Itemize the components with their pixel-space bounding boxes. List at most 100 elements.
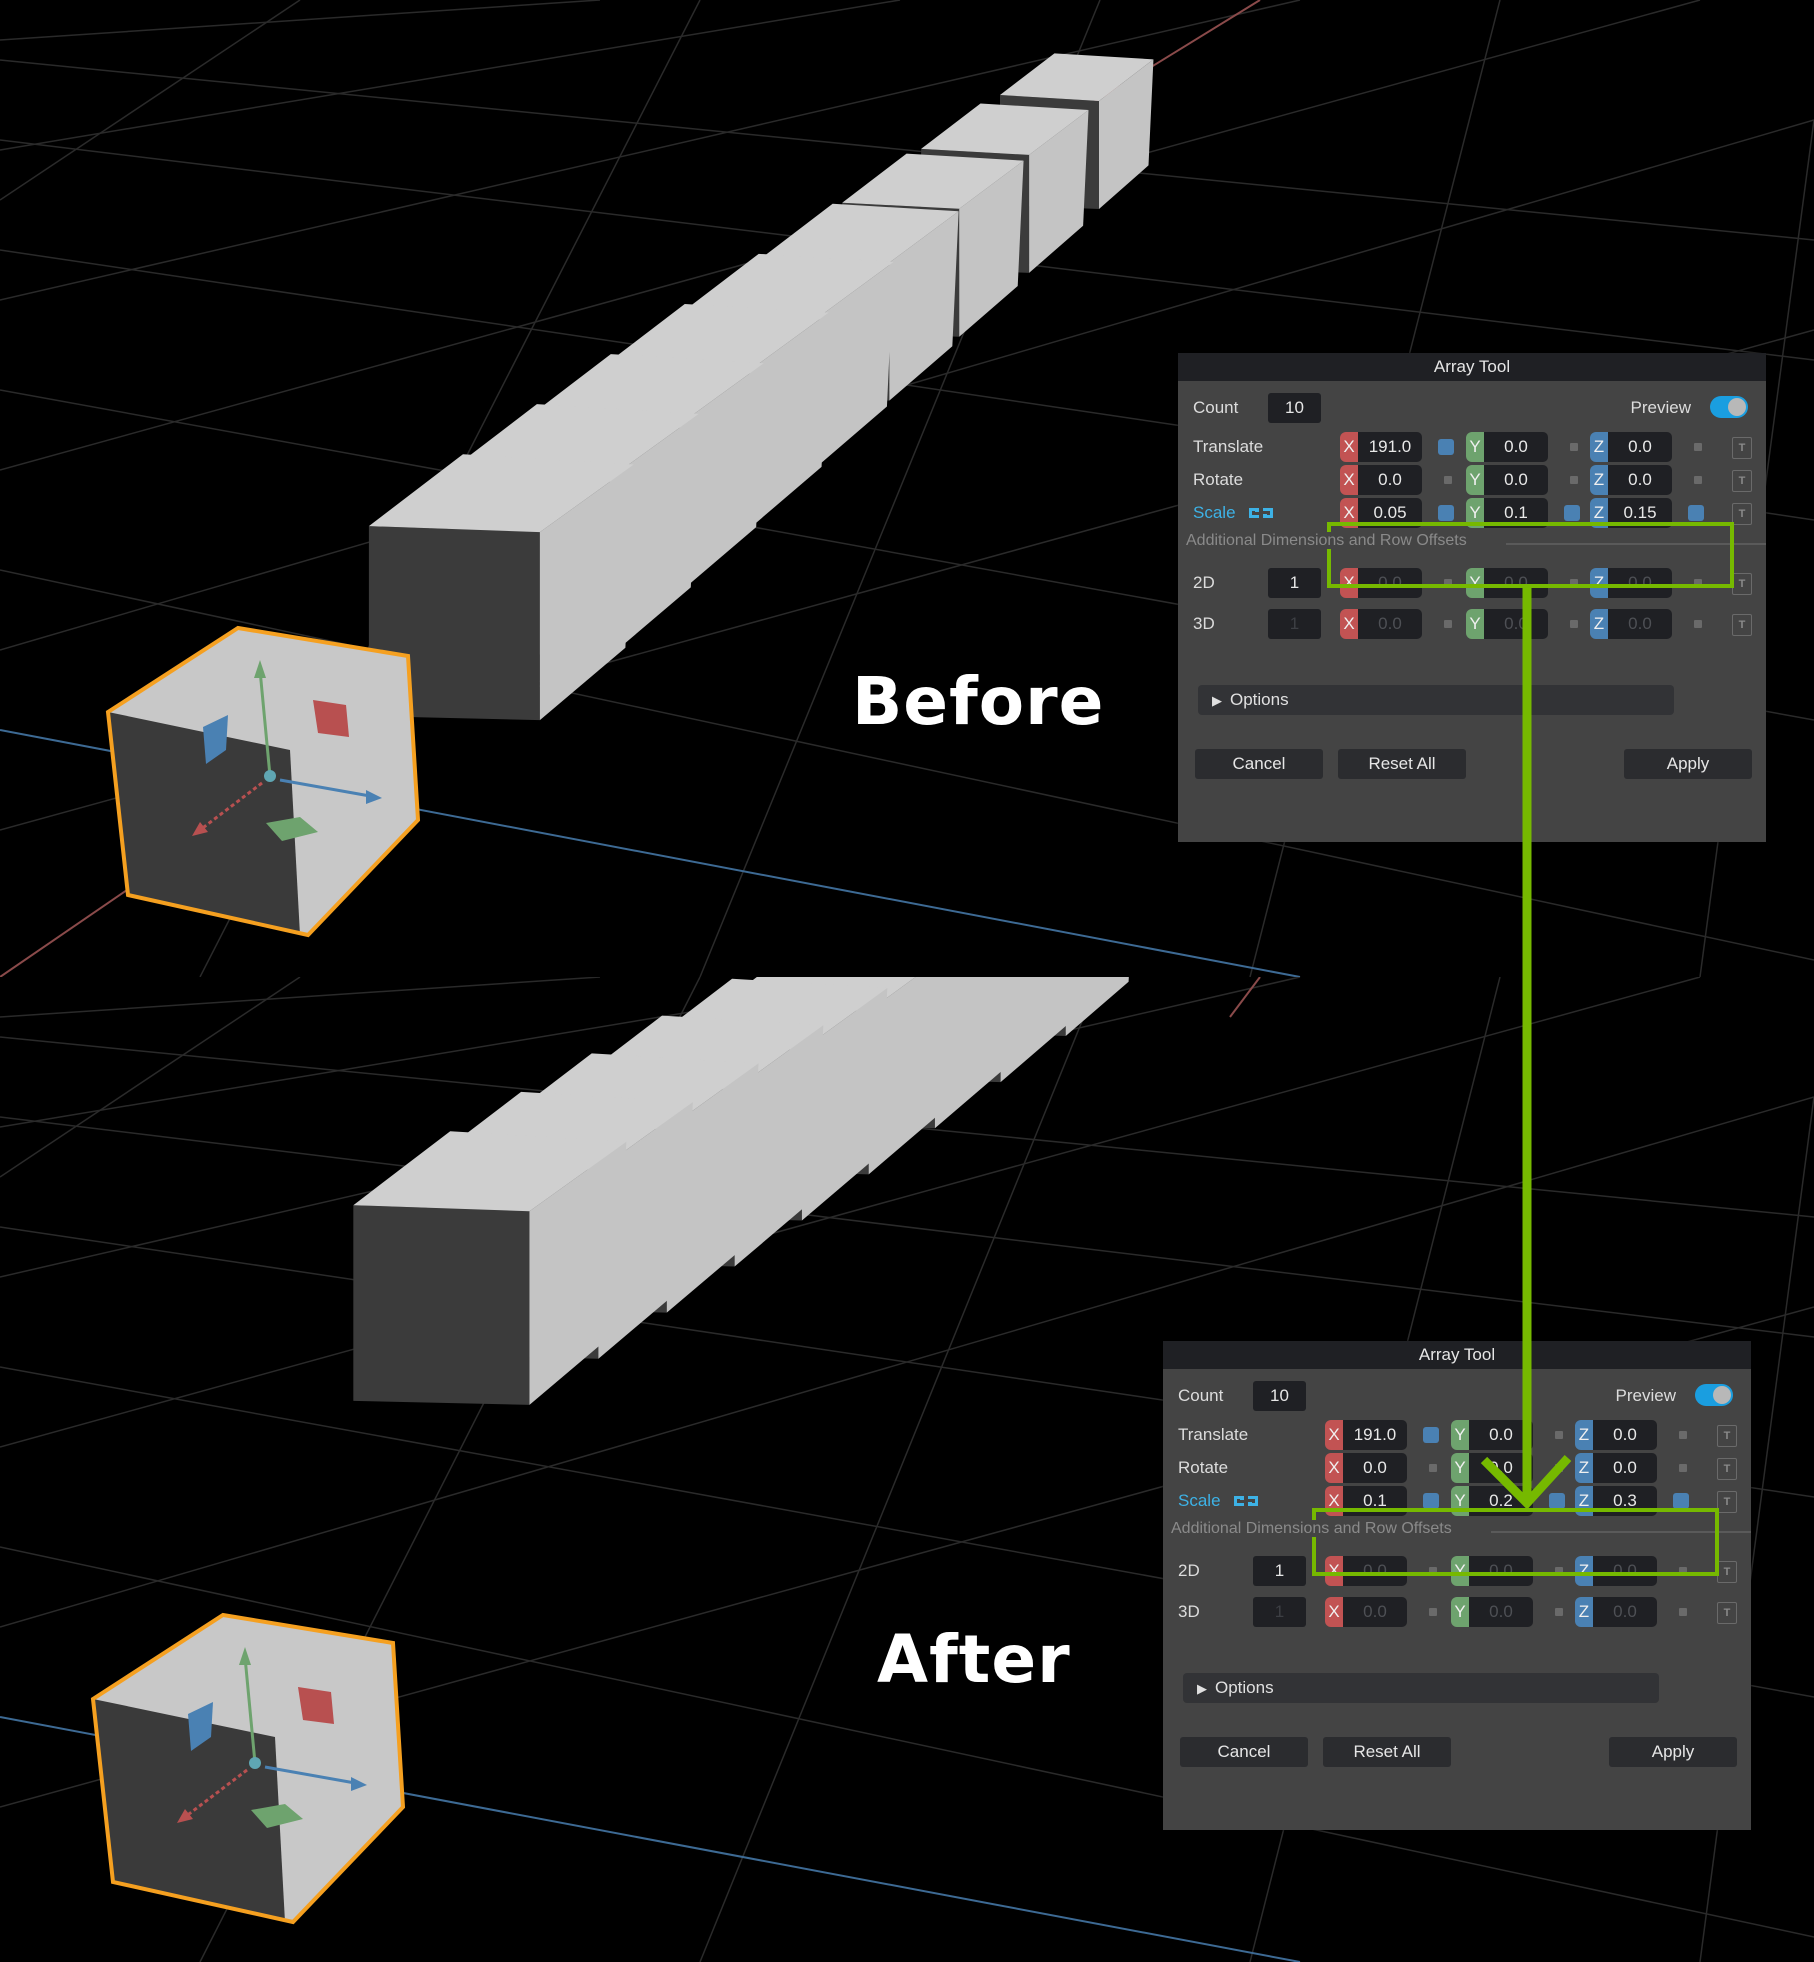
dim3-y-input[interactable]: 0.0 <box>1469 1597 1533 1627</box>
translate-x-field[interactable]: X 191.0 <box>1340 432 1434 462</box>
keyframe-translate-x-icon[interactable] <box>1423 1427 1439 1443</box>
keyframe-translate-y-icon[interactable] <box>1555 1431 1563 1439</box>
gizmo-pivot-icon[interactable] <box>264 770 276 782</box>
keyframe-scale-z-icon[interactable] <box>1688 505 1704 521</box>
dim3-y-input[interactable]: 0.0 <box>1484 609 1548 639</box>
rotate-y-input[interactable]: 0.0 <box>1484 465 1548 495</box>
translate-label: Translate <box>1193 437 1264 456</box>
dim3-count-input[interactable]: 1 <box>1268 609 1321 639</box>
translate-z-input[interactable]: 0.0 <box>1593 1420 1657 1450</box>
selected-cube[interactable] <box>90 1612 406 1925</box>
count-input[interactable]: 10 <box>1268 393 1321 423</box>
keyframe-translate-y-icon[interactable] <box>1570 443 1578 451</box>
cancel-button[interactable]: Cancel <box>1195 749 1323 779</box>
keyframe-scale-z-icon[interactable] <box>1673 1493 1689 1509</box>
keyframe-translate-x-icon[interactable] <box>1438 439 1454 455</box>
scale-label[interactable]: Scale <box>1178 1486 1221 1516</box>
keyframe-dim3-x-icon[interactable] <box>1429 1608 1437 1616</box>
dim3-type-toggle-icon[interactable]: T <box>1732 614 1752 636</box>
dim3-z-input[interactable]: 0.0 <box>1608 609 1672 639</box>
apply-button[interactable]: Apply <box>1624 749 1752 779</box>
translate-x-input[interactable]: 191.0 <box>1343 1420 1407 1450</box>
selected-cube[interactable] <box>105 625 421 938</box>
preview-toggle[interactable] <box>1710 396 1748 418</box>
keyframe-translate-z-icon[interactable] <box>1694 443 1702 451</box>
gizmo-plane-xy-icon[interactable] <box>313 700 349 737</box>
keyframe-dim3-x-icon[interactable] <box>1444 620 1452 628</box>
dim3-y-field[interactable]: Y 0.0 <box>1451 1597 1545 1627</box>
rotate-z-field[interactable]: Z 0.0 <box>1590 465 1684 495</box>
scale-label[interactable]: Scale <box>1193 498 1236 528</box>
link-scale-icon[interactable] <box>1248 506 1274 520</box>
rotate-y-field[interactable]: Y 0.0 <box>1451 1453 1545 1483</box>
translate-y-field[interactable]: Y 0.0 <box>1451 1420 1545 1450</box>
keyframe-dim3-y-icon[interactable] <box>1570 620 1578 628</box>
keyframe-rotate-x-icon[interactable] <box>1429 1464 1437 1472</box>
axis-y-tag: Y <box>1451 1420 1469 1450</box>
keyframe-rotate-y-icon[interactable] <box>1570 476 1578 484</box>
keyframe-rotate-y-icon[interactable] <box>1555 1464 1563 1472</box>
rotate-z-input[interactable]: 0.0 <box>1593 1453 1657 1483</box>
keyframe-scale-y-icon[interactable] <box>1549 1493 1565 1509</box>
dim3-count-input[interactable]: 1 <box>1253 1597 1306 1627</box>
rotate-x-field[interactable]: X 0.0 <box>1325 1453 1419 1483</box>
keyframe-scale-y-icon[interactable] <box>1564 505 1580 521</box>
translate-z-field[interactable]: Z 0.0 <box>1575 1420 1669 1450</box>
rotate-y-field[interactable]: Y 0.0 <box>1466 465 1560 495</box>
translate-type-toggle-icon[interactable]: T <box>1732 437 1752 459</box>
panel-title[interactable]: Array Tool <box>1163 1341 1751 1369</box>
link-scale-icon[interactable] <box>1233 1494 1259 1508</box>
dim2-count-input[interactable]: 1 <box>1268 568 1321 598</box>
keyframe-dim3-z-icon[interactable] <box>1694 620 1702 628</box>
translate-z-input[interactable]: 0.0 <box>1608 432 1672 462</box>
keyframe-rotate-x-icon[interactable] <box>1444 476 1452 484</box>
keyframe-translate-z-icon[interactable] <box>1679 1431 1687 1439</box>
panel-title[interactable]: Array Tool <box>1178 353 1766 381</box>
keyframe-dim3-z-icon[interactable] <box>1679 1608 1687 1616</box>
dim3-type-toggle-icon[interactable]: T <box>1717 1602 1737 1624</box>
rotate-type-toggle-icon[interactable]: T <box>1732 470 1752 492</box>
gizmo-plane-xy-icon[interactable] <box>298 1687 334 1724</box>
keyframe-scale-x-icon[interactable] <box>1423 1493 1439 1509</box>
translate-x-field[interactable]: X 191.0 <box>1325 1420 1419 1450</box>
dim3-y-field[interactable]: Y 0.0 <box>1466 609 1560 639</box>
reset-all-button[interactable]: Reset All <box>1338 749 1466 779</box>
apply-button[interactable]: Apply <box>1609 1737 1737 1767</box>
translate-type-toggle-icon[interactable]: T <box>1717 1425 1737 1447</box>
rotate-x-field[interactable]: X 0.0 <box>1340 465 1434 495</box>
dim2-type-toggle-icon[interactable]: T <box>1732 573 1752 595</box>
dim2-count-input[interactable]: 1 <box>1253 1556 1306 1586</box>
translate-y-input[interactable]: 0.0 <box>1484 432 1548 462</box>
preview-toggle[interactable] <box>1695 1384 1733 1406</box>
reset-all-button[interactable]: Reset All <box>1323 1737 1451 1767</box>
rotate-z-input[interactable]: 0.0 <box>1608 465 1672 495</box>
dim3-z-field[interactable]: Z 0.0 <box>1575 1597 1669 1627</box>
rotate-x-input[interactable]: 0.0 <box>1343 1453 1407 1483</box>
dim3-z-input[interactable]: 0.0 <box>1593 1597 1657 1627</box>
rotate-y-input[interactable]: 0.0 <box>1469 1453 1533 1483</box>
translate-x-input[interactable]: 191.0 <box>1358 432 1422 462</box>
translate-z-field[interactable]: Z 0.0 <box>1590 432 1684 462</box>
keyframe-rotate-z-icon[interactable] <box>1694 476 1702 484</box>
rotate-type-toggle-icon[interactable]: T <box>1717 1458 1737 1480</box>
keyframe-dim3-y-icon[interactable] <box>1555 1608 1563 1616</box>
count-input[interactable]: 10 <box>1253 1381 1306 1411</box>
keyframe-rotate-z-icon[interactable] <box>1679 1464 1687 1472</box>
dim3-x-input[interactable]: 0.0 <box>1343 1597 1407 1627</box>
dim2-type-toggle-icon[interactable]: T <box>1717 1561 1737 1583</box>
dim3-x-field[interactable]: X 0.0 <box>1325 1597 1419 1627</box>
rotate-z-field[interactable]: Z 0.0 <box>1575 1453 1669 1483</box>
scale-type-toggle-icon[interactable]: T <box>1717 1491 1737 1513</box>
options-expander[interactable]: ▶ Options <box>1198 685 1674 715</box>
gizmo-pivot-icon[interactable] <box>249 1757 261 1769</box>
translate-y-field[interactable]: Y 0.0 <box>1466 432 1560 462</box>
cancel-button[interactable]: Cancel <box>1180 1737 1308 1767</box>
dim3-z-field[interactable]: Z 0.0 <box>1590 609 1684 639</box>
scale-type-toggle-icon[interactable]: T <box>1732 503 1752 525</box>
translate-y-input[interactable]: 0.0 <box>1469 1420 1533 1450</box>
dim3-x-input[interactable]: 0.0 <box>1358 609 1422 639</box>
options-expander[interactable]: ▶ Options <box>1183 1673 1659 1703</box>
rotate-x-input[interactable]: 0.0 <box>1358 465 1422 495</box>
dim3-x-field[interactable]: X 0.0 <box>1340 609 1434 639</box>
keyframe-scale-x-icon[interactable] <box>1438 505 1454 521</box>
